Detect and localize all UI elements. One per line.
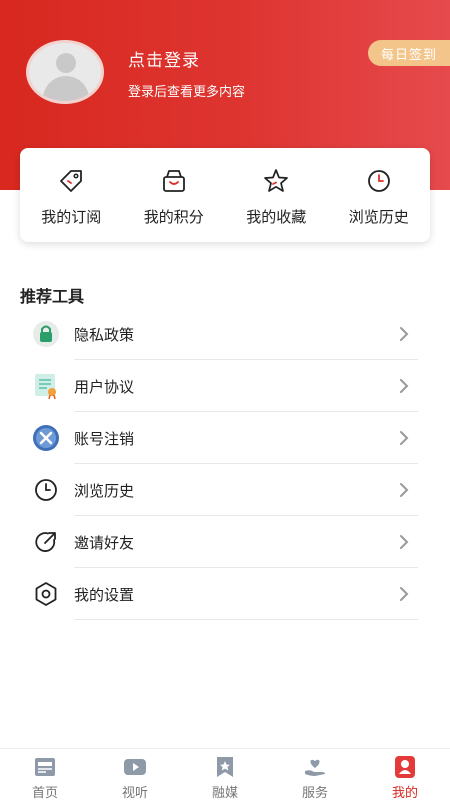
tab-label: 服务 (301, 786, 328, 800)
divider (74, 619, 418, 620)
clock-icon (364, 166, 394, 196)
tab-label: 融媒 (211, 786, 238, 800)
quick-label: 浏览历史 (348, 208, 409, 226)
video-icon (122, 755, 148, 779)
tool-label: 隐私政策 (74, 326, 135, 344)
daily-checkin-button[interactable]: 每日签到 (368, 40, 450, 66)
tool-list: 隐私政策 用户协议 账号注销 浏览历史 邀请好友 我的设置 (0, 308, 450, 620)
chevron-right-icon (396, 324, 412, 344)
settings-icon (31, 580, 61, 608)
tab-media[interactable]: 融媒 (180, 749, 270, 800)
heart-hand-icon (302, 755, 328, 779)
avatar-body-shape (43, 76, 89, 101)
tool-row-privacy-policy[interactable]: 隐私政策 (0, 308, 450, 360)
clock-icon (31, 476, 61, 504)
quick-label: 我的积分 (143, 208, 204, 226)
tool-row-settings[interactable]: 我的设置 (0, 568, 450, 620)
tab-label: 首页 (31, 786, 58, 800)
tool-row-browse-history[interactable]: 浏览历史 (0, 464, 450, 516)
quick-item-points[interactable]: 我的积分 (123, 148, 226, 242)
chevron-right-icon (396, 584, 412, 604)
avatar-head-shape (56, 53, 76, 73)
tab-service[interactable]: 服务 (270, 749, 360, 800)
bookmark-star-icon (212, 755, 238, 779)
tool-row-user-agreement[interactable]: 用户协议 (0, 360, 450, 412)
chevron-right-icon (396, 532, 412, 552)
tool-label: 邀请好友 (74, 534, 135, 552)
tab-label: 我的 (391, 786, 418, 800)
document-icon (31, 372, 61, 400)
tag-icon (56, 166, 86, 196)
tool-label: 账号注销 (74, 430, 135, 448)
quick-label: 我的收藏 (246, 208, 307, 226)
tab-home[interactable]: 首页 (0, 749, 90, 800)
tool-row-account-cancel[interactable]: 账号注销 (0, 412, 450, 464)
quick-item-favorites[interactable]: 我的收藏 (225, 148, 328, 242)
quick-item-subscriptions[interactable]: 我的订阅 (20, 148, 123, 242)
share-icon (31, 528, 61, 556)
newspaper-icon (32, 755, 58, 779)
bag-icon (159, 166, 189, 196)
tab-video[interactable]: 视听 (90, 749, 180, 800)
quick-actions-card: 我的订阅 我的积分 我的收藏 浏览历史 (20, 148, 430, 242)
login-subtitle: 登录后查看更多内容 (128, 85, 246, 100)
bottom-tab-bar: 首页 视听 融媒 服务 我的 (0, 748, 450, 800)
quick-item-history[interactable]: 浏览历史 (328, 148, 431, 242)
tool-row-invite-friends[interactable]: 邀请好友 (0, 516, 450, 568)
star-icon (261, 166, 291, 196)
chevron-right-icon (396, 428, 412, 448)
lock-icon (31, 320, 61, 348)
tool-label: 用户协议 (74, 378, 135, 396)
tool-label: 我的设置 (74, 586, 135, 604)
user-icon (392, 755, 418, 779)
quick-label: 我的订阅 (41, 208, 102, 226)
avatar[interactable] (26, 40, 104, 104)
chevron-right-icon (396, 376, 412, 396)
profile-page: 点击登录 登录后查看更多内容 每日签到 我的订阅 我的积分 我的收藏 浏览历史 … (0, 0, 450, 800)
tool-label: 浏览历史 (74, 482, 135, 500)
cancel-icon (31, 424, 61, 452)
recommended-tools-title: 推荐工具 (20, 287, 85, 306)
tab-label: 视听 (121, 786, 148, 800)
chevron-right-icon (396, 480, 412, 500)
login-title[interactable]: 点击登录 (128, 46, 200, 71)
tab-mine[interactable]: 我的 (360, 749, 450, 800)
